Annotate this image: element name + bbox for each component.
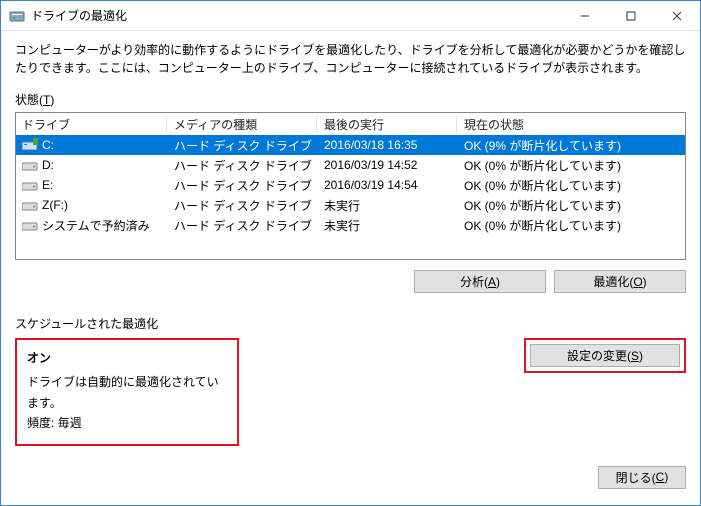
drive-name: システムで予約済み bbox=[42, 217, 150, 234]
drive-name: E: bbox=[42, 178, 53, 192]
change-settings-highlight: 設定の変更(S) bbox=[524, 338, 686, 373]
media-type: ハード ディスク ドライブ bbox=[174, 217, 312, 234]
col-last[interactable]: 最後の実行 bbox=[318, 113, 458, 136]
media-type: ハード ディスク ドライブ bbox=[174, 177, 312, 194]
col-drive[interactable]: ドライブ bbox=[16, 113, 168, 136]
app-icon bbox=[9, 8, 25, 24]
current-state: OK (0% が断片化しています) bbox=[464, 157, 621, 174]
current-state: OK (9% が断片化しています) bbox=[464, 137, 621, 154]
col-state[interactable]: 現在の状態 bbox=[458, 113, 685, 136]
table-row[interactable]: システムで予約済み ハード ディスク ドライブ 未実行 OK (0% が断片化し… bbox=[16, 215, 685, 235]
window-title: ドライブの最適化 bbox=[31, 7, 562, 24]
drive-hdd-icon bbox=[22, 198, 38, 212]
optimize-button[interactable]: 最適化(O) bbox=[554, 270, 686, 293]
media-type: ハード ディスク ドライブ bbox=[174, 197, 312, 214]
drive-name: Z(F:) bbox=[42, 198, 68, 212]
close-button[interactable]: 閉じる(C) bbox=[598, 466, 686, 489]
table-row[interactable]: Z(F:) ハード ディスク ドライブ 未実行 OK (0% が断片化しています… bbox=[16, 195, 685, 215]
drive-name: C: bbox=[42, 138, 54, 152]
change-settings-button[interactable]: 設定の変更(S) bbox=[530, 344, 680, 367]
schedule-on: オン bbox=[27, 348, 227, 368]
current-state: OK (0% が断片化しています) bbox=[464, 177, 621, 194]
minimize-button[interactable] bbox=[562, 1, 608, 31]
table-row[interactable]: C: ハード ディスク ドライブ 2016/03/18 16:35 OK (9%… bbox=[16, 135, 685, 155]
maximize-button[interactable] bbox=[608, 1, 654, 31]
drive-list[interactable]: ドライブ メディアの種類 最後の実行 現在の状態 C: ハード ディスク ドライ… bbox=[15, 112, 686, 260]
analyze-button[interactable]: 分析(A) bbox=[414, 270, 546, 293]
scheduled-optimization-label: スケジュールされた最適化 bbox=[15, 315, 686, 332]
media-type: ハード ディスク ドライブ bbox=[174, 157, 312, 174]
media-type: ハード ディスク ドライブ bbox=[174, 137, 312, 154]
last-run: 未実行 bbox=[324, 217, 360, 234]
schedule-desc: ドライブは自動的に最適化されています。 bbox=[27, 372, 227, 413]
drive-main-icon bbox=[22, 138, 38, 152]
close-window-button[interactable] bbox=[654, 1, 700, 31]
drive-hdd-icon bbox=[22, 218, 38, 232]
table-row[interactable]: E: ハード ディスク ドライブ 2016/03/19 14:54 OK (0%… bbox=[16, 175, 685, 195]
col-media[interactable]: メディアの種類 bbox=[168, 113, 318, 136]
status-section-label: 状態(T) bbox=[15, 91, 686, 108]
current-state: OK (0% が断片化しています) bbox=[464, 197, 621, 214]
drive-hdd-icon bbox=[22, 178, 38, 192]
last-run: 2016/03/18 16:35 bbox=[324, 138, 417, 152]
description-text: コンピューターがより効率的に動作するようにドライブを最適化したり、ドライブを分析… bbox=[15, 41, 686, 77]
table-row[interactable]: D: ハード ディスク ドライブ 2016/03/19 14:52 OK (0%… bbox=[16, 155, 685, 175]
titlebar: ドライブの最適化 bbox=[1, 1, 700, 31]
last-run: 2016/03/19 14:54 bbox=[324, 178, 417, 192]
schedule-freq: 頻度: 毎週 bbox=[27, 413, 227, 433]
schedule-status-box: オン ドライブは自動的に最適化されています。 頻度: 毎週 bbox=[15, 338, 239, 446]
drive-hdd-icon bbox=[22, 158, 38, 172]
list-header: ドライブ メディアの種類 最後の実行 現在の状態 bbox=[16, 113, 685, 135]
drive-name: D: bbox=[42, 158, 54, 172]
last-run: 未実行 bbox=[324, 197, 360, 214]
last-run: 2016/03/19 14:52 bbox=[324, 158, 417, 172]
current-state: OK (0% が断片化しています) bbox=[464, 217, 621, 234]
